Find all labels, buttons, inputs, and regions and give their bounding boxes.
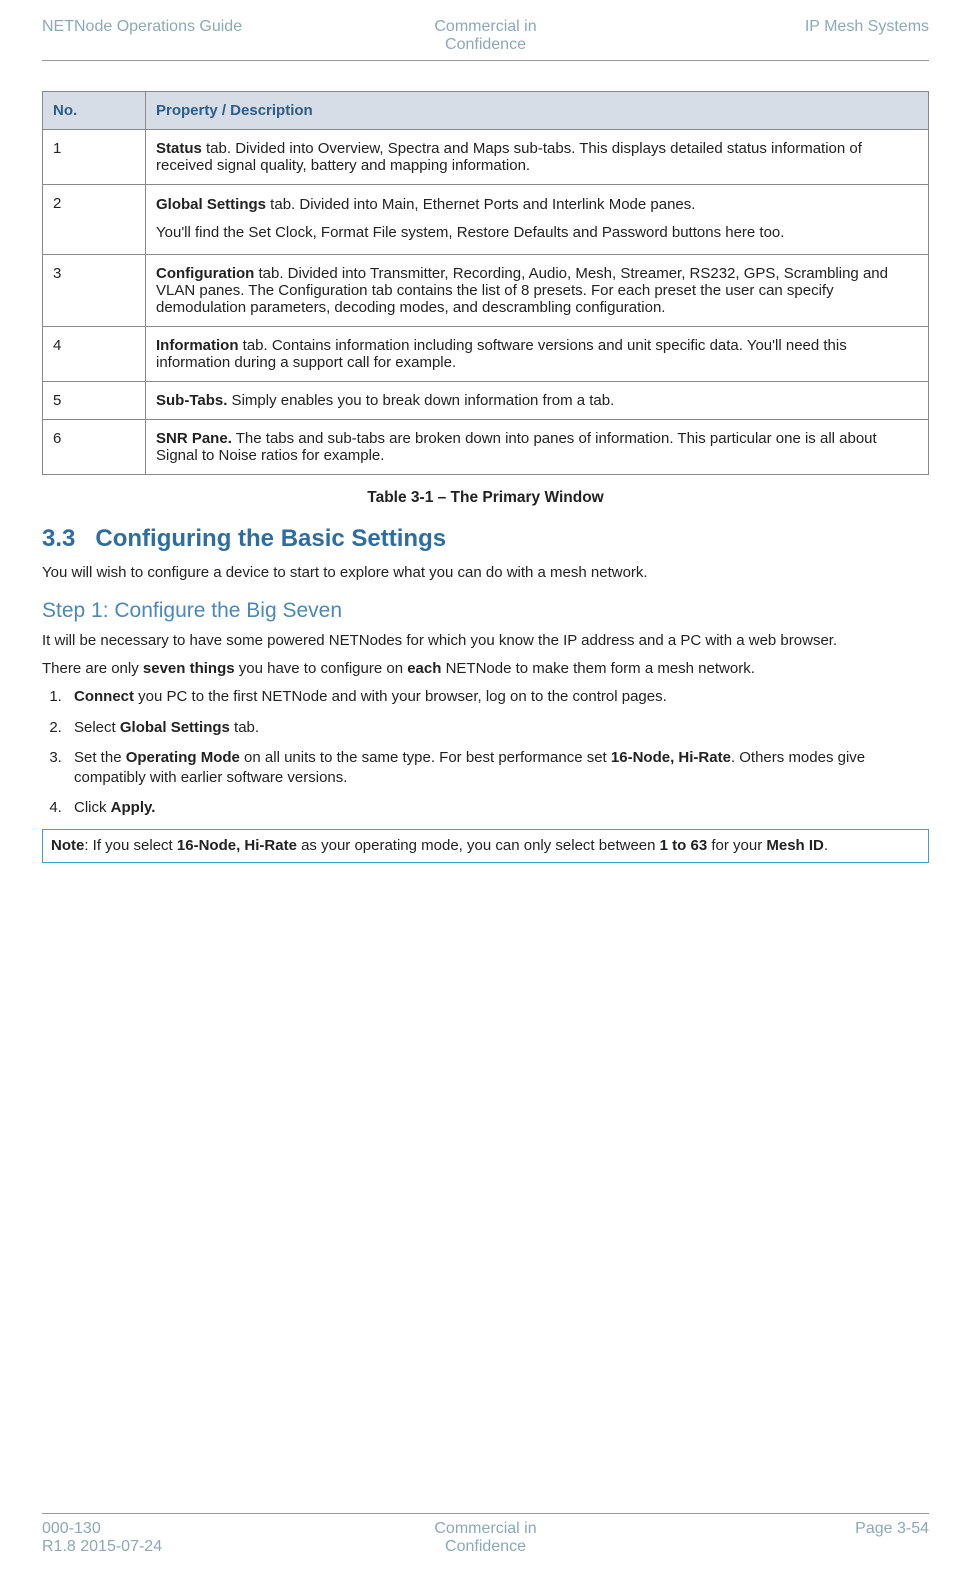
- footer-rule: [42, 1513, 929, 1514]
- table-row: 4 Information tab. Contains information …: [43, 326, 929, 381]
- s3-pre: Set the: [74, 749, 126, 766]
- step-heading: Step 1: Configure the Big Seven: [42, 599, 929, 623]
- footer-center-line1: Commercial in: [434, 1520, 536, 1537]
- p2-pre: There are only: [42, 660, 143, 677]
- s2-pre: Select: [74, 719, 120, 736]
- header-left: NETNode Operations Guide: [42, 18, 338, 54]
- row-text: The tabs and sub-tabs are broken down in…: [156, 430, 877, 464]
- row-bold: Information: [156, 337, 239, 354]
- footer-center-line2: Confidence: [445, 1538, 526, 1555]
- p2-mid: you have to configure on: [235, 660, 408, 677]
- note-post: .: [824, 837, 828, 854]
- table-header-row: No. Property / Description: [43, 92, 929, 130]
- p2-post: NETNode to make them form a mesh network…: [441, 660, 754, 677]
- s1-rest: you PC to the first NETNode and with you…: [134, 688, 667, 705]
- footer-left: 000-130 R1.8 2015-07-24: [42, 1520, 338, 1556]
- row-bold: Sub-Tabs.: [156, 392, 227, 409]
- cell-no: 6: [43, 419, 146, 474]
- cell-desc: Global Settings tab. Divided into Main, …: [146, 185, 929, 255]
- footer-left-line2: R1.8 2015-07-24: [42, 1538, 162, 1555]
- s2-bold: Global Settings: [120, 719, 230, 736]
- cell-desc: Sub-Tabs. Simply enables you to break do…: [146, 381, 929, 419]
- list-item: Set the Operating Mode on all units to t…: [66, 748, 929, 789]
- s2-post: tab.: [230, 719, 259, 736]
- table-row: 3 Configuration tab. Divided into Transm…: [43, 254, 929, 326]
- s1-bold: Connect: [74, 688, 134, 705]
- cell-no: 4: [43, 326, 146, 381]
- note-mid: as your operating mode, you can only sel…: [297, 837, 660, 854]
- note-b2: 1 to 63: [660, 837, 708, 854]
- list-item: Select Global Settings tab.: [66, 718, 929, 738]
- p2-b2: each: [407, 660, 441, 677]
- row-para2: You'll find the Set Clock, Format File s…: [156, 223, 918, 243]
- cell-no: 2: [43, 185, 146, 255]
- th-no: No.: [43, 92, 146, 130]
- th-desc: Property / Description: [146, 92, 929, 130]
- step-p2: There are only seven things you have to …: [42, 659, 929, 679]
- cell-desc: Information tab. Contains information in…: [146, 326, 929, 381]
- section-title: Configuring the Basic Settings: [95, 525, 446, 552]
- footer-right: Page 3-54: [633, 1520, 929, 1556]
- row-text: tab. Divided into Overview, Spectra and …: [156, 140, 862, 174]
- cell-no: 1: [43, 130, 146, 185]
- row-bold: Status: [156, 140, 202, 157]
- primary-window-table: No. Property / Description 1 Status tab.…: [42, 91, 929, 475]
- header-center-line1: Commercial in: [434, 18, 536, 35]
- table-row: 5 Sub-Tabs. Simply enables you to break …: [43, 381, 929, 419]
- header-center: Commercial in Confidence: [338, 18, 634, 54]
- row-bold: SNR Pane.: [156, 430, 232, 447]
- row-text: tab. Divided into Transmitter, Recording…: [156, 265, 888, 316]
- s3-b1: Operating Mode: [126, 749, 240, 766]
- table-row: 6 SNR Pane. The tabs and sub-tabs are br…: [43, 419, 929, 474]
- cell-desc: SNR Pane. The tabs and sub-tabs are brok…: [146, 419, 929, 474]
- header-rule: [42, 60, 929, 61]
- section-heading: 3.3 Configuring the Basic Settings: [42, 525, 929, 553]
- cell-desc: Configuration tab. Divided into Transmit…: [146, 254, 929, 326]
- p2-b1: seven things: [143, 660, 235, 677]
- s4-bold: Apply.: [111, 799, 156, 816]
- cell-no: 5: [43, 381, 146, 419]
- note-b3: Mesh ID: [766, 837, 824, 854]
- row-bold: Global Settings: [156, 196, 266, 213]
- table-row: 1 Status tab. Divided into Overview, Spe…: [43, 130, 929, 185]
- page-header: NETNode Operations Guide Commercial in C…: [42, 18, 929, 54]
- note-label: Note: [51, 837, 84, 854]
- table-caption: Table 3-1 – The Primary Window: [42, 489, 929, 507]
- footer-center: Commercial in Confidence: [338, 1520, 634, 1556]
- section-number: 3.3: [42, 525, 75, 552]
- note-box: Note: If you select 16-Node, Hi-Rate as …: [42, 829, 929, 863]
- steps-list: Connect you PC to the first NETNode and …: [42, 687, 929, 818]
- row-text: tab. Divided into Main, Ethernet Ports a…: [266, 196, 695, 213]
- table-row: 2 Global Settings tab. Divided into Main…: [43, 185, 929, 255]
- note-b1: 16-Node, Hi-Rate: [177, 837, 297, 854]
- page-footer: 000-130 R1.8 2015-07-24 Commercial in Co…: [42, 1483, 929, 1556]
- note-pre: : If you select: [84, 837, 177, 854]
- section-intro: You will wish to configure a device to s…: [42, 563, 929, 583]
- list-item: Connect you PC to the first NETNode and …: [66, 687, 929, 707]
- row-text: tab. Contains information including soft…: [156, 337, 847, 371]
- row-text: Simply enables you to break down informa…: [227, 392, 614, 409]
- step-p1: It will be necessary to have some powere…: [42, 631, 929, 651]
- s4-pre: Click: [74, 799, 111, 816]
- cell-desc: Status tab. Divided into Overview, Spect…: [146, 130, 929, 185]
- s3-b2: 16-Node, Hi-Rate: [611, 749, 731, 766]
- row-bold: Configuration: [156, 265, 254, 282]
- header-center-line2: Confidence: [445, 36, 526, 53]
- note-mid2: for your: [707, 837, 766, 854]
- cell-no: 3: [43, 254, 146, 326]
- page: NETNode Operations Guide Commercial in C…: [0, 0, 971, 1574]
- footer-left-line1: 000-130: [42, 1520, 101, 1537]
- header-right: IP Mesh Systems: [633, 18, 929, 54]
- footer-row: 000-130 R1.8 2015-07-24 Commercial in Co…: [42, 1520, 929, 1556]
- list-item: Click Apply.: [66, 798, 929, 818]
- s3-mid: on all units to the same type. For best …: [240, 749, 611, 766]
